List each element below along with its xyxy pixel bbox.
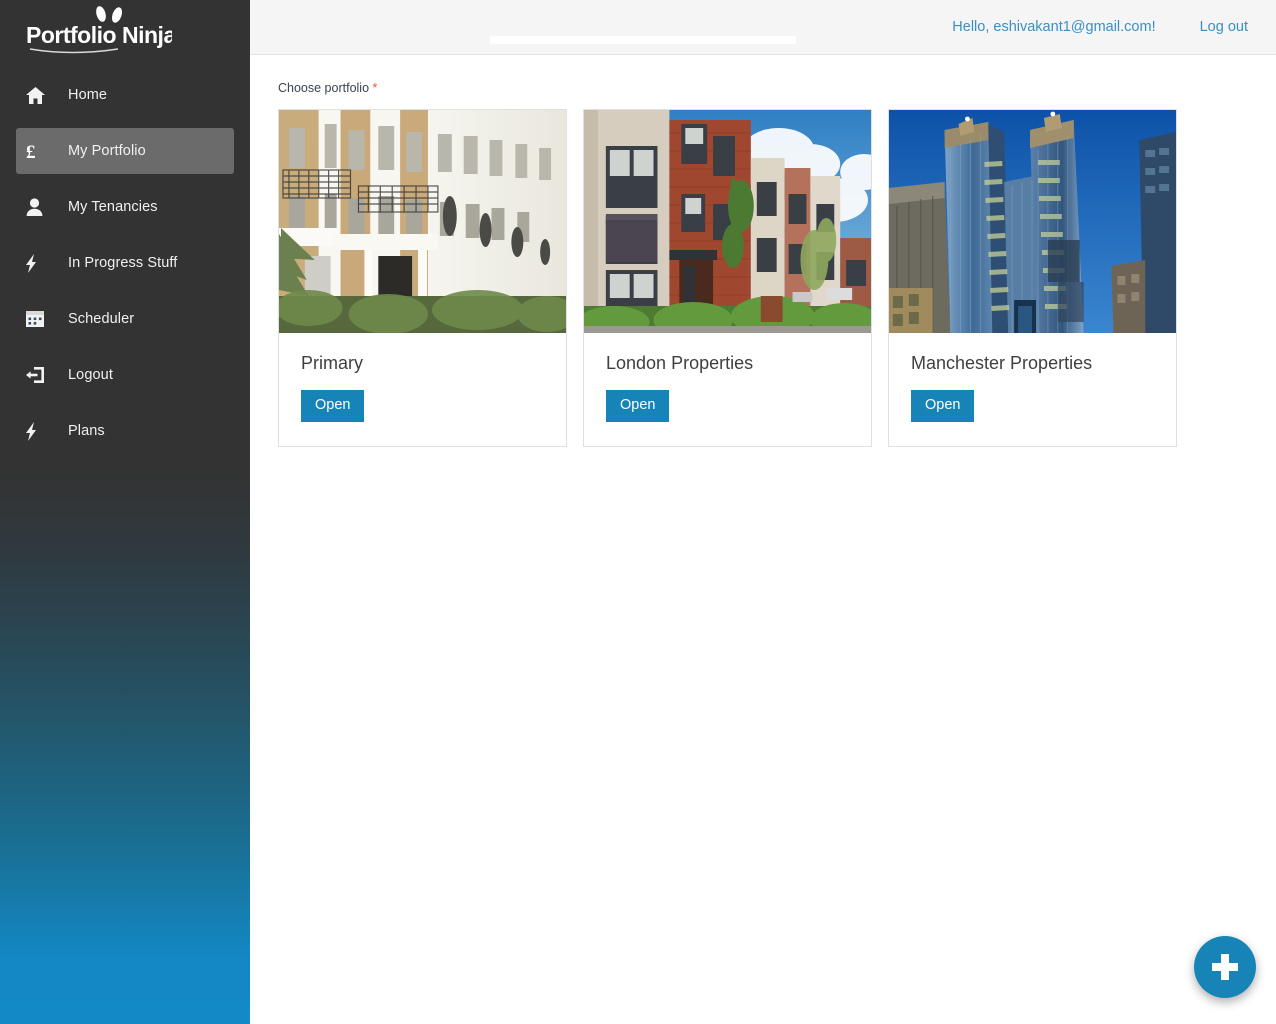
app-root: Portfolio Ninja Home £ My Portfolio My T… — [0, 0, 1276, 1024]
content-area: Choose portfolio * Primary Open London P… — [250, 55, 1276, 447]
sidebar-item-home[interactable]: Home — [16, 72, 234, 118]
portfolio-card-body: London Properties Open — [584, 333, 871, 446]
sidebar-item-my-portfolio[interactable]: £ My Portfolio — [16, 128, 234, 174]
choose-portfolio-label-text: Choose portfolio — [278, 81, 370, 95]
portfolio-card-image — [279, 110, 566, 333]
modern-brick-townhouses-photo — [584, 110, 871, 333]
required-asterisk: * — [372, 81, 378, 95]
portfolio-ninja-logo-icon: Portfolio Ninja — [26, 6, 172, 54]
sidebar-item-label: Home — [68, 87, 108, 103]
topbar: Hello, eshivakant1@gmail.com! Log out — [250, 0, 1276, 55]
white-georgian-terrace-photo — [279, 110, 566, 333]
user-greeting[interactable]: Hello, eshivakant1@gmail.com! — [952, 19, 1155, 35]
sidebar: Portfolio Ninja Home £ My Portfolio My T… — [0, 0, 250, 1024]
portfolio-card-body: Manchester Properties Open — [889, 333, 1176, 446]
portfolio-card[interactable]: London Properties Open — [583, 109, 872, 447]
sidebar-item-label: Logout — [68, 367, 113, 383]
home-icon — [26, 86, 56, 104]
bolt-icon — [26, 421, 56, 441]
svg-text:Portfolio: Portfolio — [26, 22, 116, 48]
sidebar-item-logout[interactable]: Logout — [16, 352, 234, 398]
topbar-progress-bar — [490, 36, 796, 44]
sidebar-item-label: Scheduler — [68, 311, 135, 327]
choose-portfolio-label: Choose portfolio * — [278, 81, 1248, 95]
sidebar-item-in-progress-stuff[interactable]: In Progress Stuff — [16, 240, 234, 286]
add-portfolio-button[interactable] — [1194, 936, 1256, 998]
pound-icon: £ — [26, 142, 56, 161]
portfolio-card-title: London Properties — [606, 353, 754, 373]
brand-logo[interactable]: Portfolio Ninja — [0, 0, 250, 62]
calendar-icon — [26, 310, 56, 328]
bolt-icon — [26, 253, 56, 273]
sidebar-item-scheduler[interactable]: Scheduler — [16, 296, 234, 342]
svg-text:Ninja: Ninja — [122, 22, 172, 48]
portfolio-card-title: Manchester Properties — [911, 353, 1093, 373]
svg-text:£: £ — [26, 142, 36, 161]
sidebar-item-label: My Tenancies — [68, 199, 158, 215]
portfolio-card-list: Primary Open London Properties Open Manc… — [278, 109, 1248, 447]
topbar-user-area: Hello, eshivakant1@gmail.com! Log out — [952, 19, 1276, 35]
portfolio-card-image — [889, 110, 1176, 333]
sidebar-nav: Home £ My Portfolio My Tenancies In Prog… — [0, 72, 250, 454]
sidebar-item-plans[interactable]: Plans — [16, 408, 234, 454]
portfolio-card-body: Primary Open — [279, 333, 566, 446]
open-portfolio-button[interactable]: Open — [606, 390, 670, 422]
glass-skyscrapers-photo — [889, 110, 1176, 333]
portfolio-card[interactable]: Primary Open — [278, 109, 567, 447]
plus-icon — [1212, 954, 1238, 980]
sidebar-item-label: In Progress Stuff — [68, 255, 178, 271]
open-portfolio-button[interactable]: Open — [301, 390, 365, 422]
portfolio-card[interactable]: Manchester Properties Open — [888, 109, 1177, 447]
sidebar-item-my-tenancies[interactable]: My Tenancies — [16, 184, 234, 230]
portfolio-card-title: Primary — [301, 353, 363, 373]
sidebar-item-label: Plans — [68, 423, 105, 439]
log-out-link[interactable]: Log out — [1200, 19, 1248, 35]
sidebar-item-label: My Portfolio — [68, 143, 146, 159]
main-area: Hello, eshivakant1@gmail.com! Log out Ch… — [250, 0, 1276, 1024]
sign-out-icon — [26, 366, 56, 384]
open-portfolio-button[interactable]: Open — [911, 390, 975, 422]
portfolio-card-image — [584, 110, 871, 333]
user-icon — [26, 198, 56, 216]
